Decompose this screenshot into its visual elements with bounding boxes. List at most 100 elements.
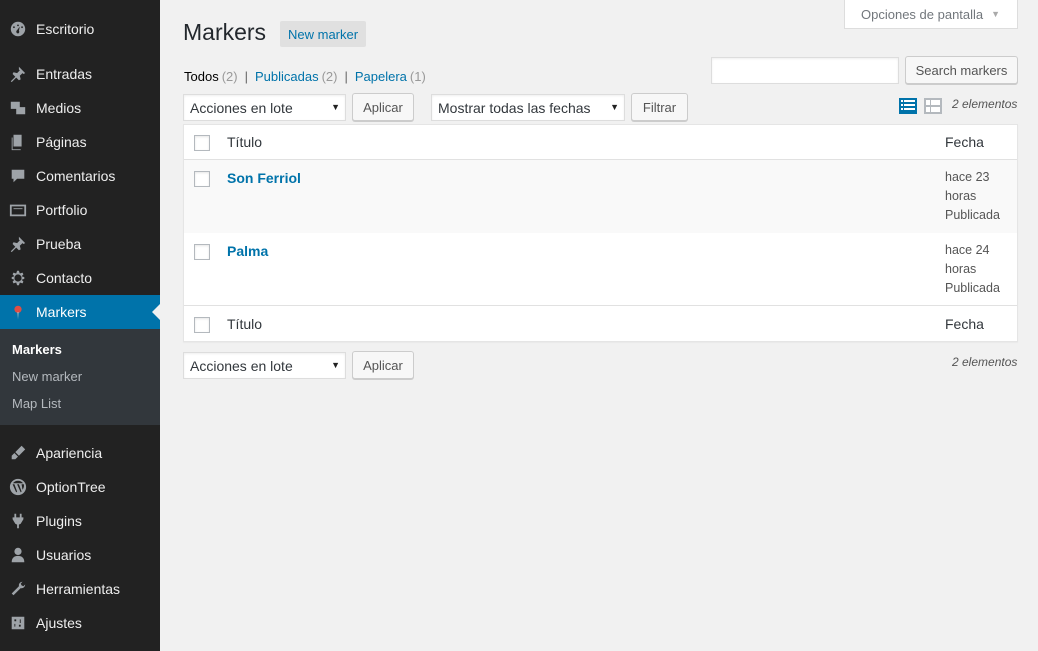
dropdown-arrow-icon: ▼ xyxy=(331,360,340,370)
dropdown-arrow-icon: ▼ xyxy=(610,102,619,112)
date-unit: horas xyxy=(945,262,977,276)
list-view-icon[interactable] xyxy=(898,96,918,116)
item-count-bottom: 2 elementos xyxy=(952,355,1018,369)
column-date-header[interactable]: Fecha xyxy=(945,134,984,150)
select-all-checkbox[interactable] xyxy=(194,135,210,151)
sidebar-item-label: Plugins xyxy=(36,513,82,529)
media-icon xyxy=(8,98,28,118)
date-unit: horas xyxy=(945,189,977,203)
separator: | xyxy=(244,69,248,84)
row-title-link[interactable]: Palma xyxy=(227,243,268,259)
page-title: Markers xyxy=(183,19,267,45)
main-content: Opciones de pantalla ▼ Markers New marke… xyxy=(160,0,1038,651)
bulk-actions-select-top[interactable]: Acciones en lote ▼ xyxy=(183,94,346,121)
user-icon xyxy=(8,545,28,565)
search-markers-button[interactable]: Search markers xyxy=(905,56,1018,84)
view-trash-link[interactable]: Papelera xyxy=(355,69,407,84)
item-count-top: 2 elementos xyxy=(952,97,1018,111)
sidebar-item-label: Portfolio xyxy=(36,202,88,218)
pin-icon xyxy=(8,234,28,254)
submenu-map-list[interactable]: Map List xyxy=(12,396,61,411)
dashboard-icon xyxy=(8,19,28,39)
sidebar-item-paginas[interactable]: Páginas xyxy=(0,125,160,159)
pin-icon xyxy=(8,64,28,84)
date-status: Publicada xyxy=(945,281,1000,295)
column-date-footer[interactable]: Fecha xyxy=(945,316,984,332)
markers-submenu: Markers New marker Map List xyxy=(0,329,160,425)
new-marker-button[interactable]: New marker xyxy=(280,21,367,47)
sidebar-item-herramientas[interactable]: Herramientas xyxy=(0,572,160,606)
submenu-new-marker[interactable]: New marker xyxy=(12,369,82,384)
sidebar-item-label: Prueba xyxy=(36,236,82,252)
sidebar-item-label: Medios xyxy=(36,100,82,116)
submenu-markers[interactable]: Markers xyxy=(12,342,62,357)
view-all-link[interactable]: Todos xyxy=(184,69,219,84)
pages-icon xyxy=(8,132,28,152)
date-filter-select[interactable]: Mostrar todas las fechas ▼ xyxy=(431,94,625,121)
sidebar-item-markers[interactable]: Markers xyxy=(0,295,160,329)
select-all-checkbox-bottom[interactable] xyxy=(194,317,210,333)
sidebar-item-label: Comentarios xyxy=(36,168,116,184)
row-checkbox[interactable] xyxy=(194,244,210,260)
plugin-icon xyxy=(8,511,28,531)
sidebar-item-usuarios[interactable]: Usuarios xyxy=(0,538,160,572)
sidebar-item-prueba[interactable]: Prueba xyxy=(0,227,160,261)
sidebar-item-optiontree[interactable]: OptionTree xyxy=(0,470,160,504)
filter-button[interactable]: Filtrar xyxy=(631,93,688,121)
date-relative: hace 24 xyxy=(945,243,990,257)
settings-icon xyxy=(8,613,28,633)
column-title-header[interactable]: Título xyxy=(227,134,262,150)
apply-button-top[interactable]: Aplicar xyxy=(352,93,414,121)
date-filter-value: Mostrar todas las fechas xyxy=(438,99,591,116)
screen-options-toggle[interactable]: Opciones de pantalla ▼ xyxy=(844,0,1018,29)
sidebar-item-label: Usuarios xyxy=(36,547,92,563)
sidebar-item-apariencia[interactable]: Apariencia xyxy=(0,436,160,470)
row-title-link[interactable]: Son Ferriol xyxy=(227,170,301,186)
column-title-footer[interactable]: Título xyxy=(227,316,262,332)
bulk-actions-select-bottom[interactable]: Acciones en lote ▼ xyxy=(183,352,346,379)
markers-table: Título Fecha Son Ferriol hace 23 horas P… xyxy=(183,124,1018,342)
screen-options-label: Opciones de pantalla xyxy=(861,6,984,22)
dropdown-arrow-icon: ▼ xyxy=(331,102,340,112)
sidebar-item-label: OptionTree xyxy=(36,479,106,495)
table-header: Título Fecha xyxy=(184,125,1017,160)
table-row: Palma hace 24 horas Publicada xyxy=(184,233,1017,306)
table-footer: Título Fecha xyxy=(184,307,1017,341)
sidebar-item-label: Ajustes xyxy=(36,615,82,631)
admin-sidebar: Escritorio Entradas Medios Páginas Comen… xyxy=(0,0,160,651)
sidebar-item-label: Contacto xyxy=(36,270,93,286)
sidebar-item-entradas[interactable]: Entradas xyxy=(0,57,160,91)
sidebar-item-contacto[interactable]: Contacto xyxy=(0,261,160,295)
view-published-count: (2) xyxy=(321,69,338,84)
sidebar-item-label: Apariencia xyxy=(36,445,103,461)
date-relative: hace 23 xyxy=(945,170,990,184)
excerpt-view-icon[interactable] xyxy=(923,96,943,116)
bulk-actions-value: Acciones en lote xyxy=(190,99,293,116)
wordpress-icon xyxy=(8,477,28,497)
sidebar-item-portfolio[interactable]: Portfolio xyxy=(0,193,160,227)
separator: | xyxy=(344,69,348,84)
map-marker-icon xyxy=(8,302,28,322)
sidebar-item-comentarios[interactable]: Comentarios xyxy=(0,159,160,193)
sidebar-item-escritorio[interactable]: Escritorio xyxy=(0,12,160,46)
sidebar-item-label: Entradas xyxy=(36,66,93,82)
row-date: hace 24 horas Publicada xyxy=(945,241,1000,298)
portfolio-icon xyxy=(8,200,28,220)
gear-icon xyxy=(8,268,28,288)
view-published-link[interactable]: Publicadas xyxy=(255,69,319,84)
table-row: Son Ferriol hace 23 horas Publicada xyxy=(184,160,1017,233)
sidebar-item-label: Páginas xyxy=(36,134,87,150)
wrench-icon xyxy=(8,579,28,599)
sidebar-item-label: Markers xyxy=(36,304,87,320)
brush-icon xyxy=(8,443,28,463)
sidebar-item-plugins[interactable]: Plugins xyxy=(0,504,160,538)
sidebar-item-medios[interactable]: Medios xyxy=(0,91,160,125)
status-views: Todos (2) | Publicadas (2) | Papelera (1… xyxy=(184,69,426,84)
sidebar-item-ajustes[interactable]: Ajustes xyxy=(0,606,160,640)
search-input[interactable] xyxy=(711,57,899,84)
bulk-actions-value: Acciones en lote xyxy=(190,357,293,374)
row-checkbox[interactable] xyxy=(194,171,210,187)
apply-button-bottom[interactable]: Aplicar xyxy=(352,351,414,379)
view-trash-count: (1) xyxy=(409,69,426,84)
row-date: hace 23 horas Publicada xyxy=(945,168,1000,225)
